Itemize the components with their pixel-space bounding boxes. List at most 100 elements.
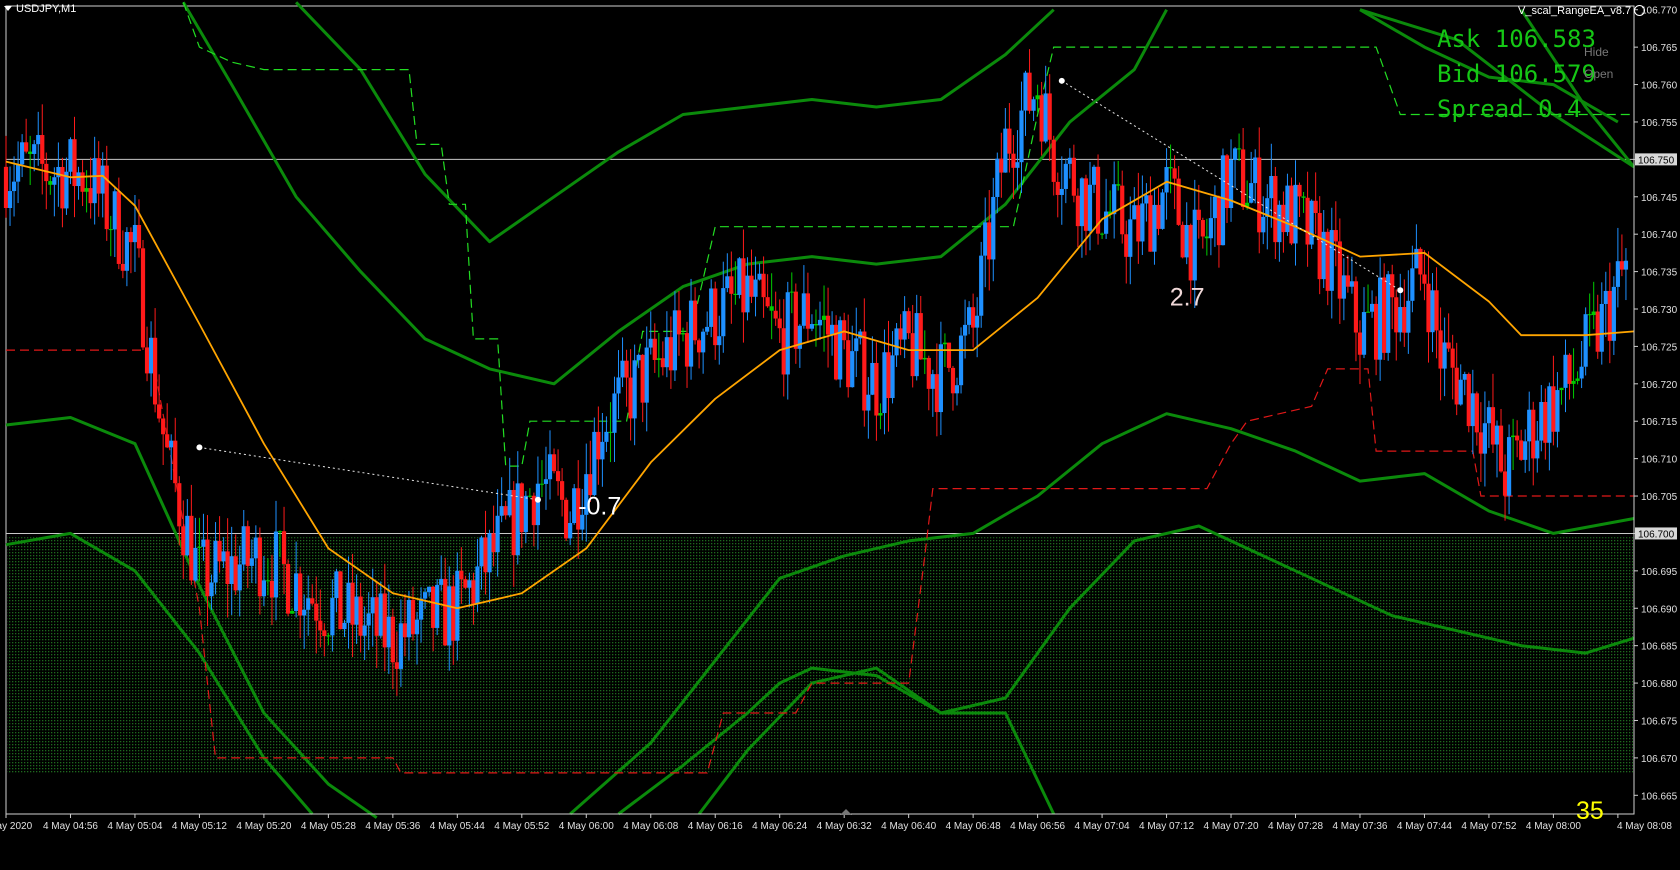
candle-body [1132,205,1137,220]
price-tick-label: 106.670 [1641,754,1678,765]
price-tick-label: 106.725 [1641,342,1678,353]
candle-body [1579,366,1584,379]
candle-body [1112,184,1117,215]
time-tick-label: 4 May 07:52 [1461,821,1516,832]
time-tick-label: 4 May 06:32 [817,821,872,832]
price-chart[interactable]: -0.7 2.7 106.770 106.765 106.760 106.755 106.7… [0,0,1680,870]
candle-body [1430,290,1435,333]
candle-body [108,229,113,231]
candle-body [785,292,790,375]
candle-body [1535,440,1540,459]
candle-body [660,358,665,368]
candle-body [1386,274,1391,353]
candle-body [330,598,335,636]
symbol-label[interactable]: USDJPY,M1 [4,3,76,15]
candle-body [350,582,355,625]
candle-body [1466,374,1471,427]
time-tick-label: 4 May 2020 [0,821,33,832]
candle-body [946,342,952,368]
candle-body [1478,432,1483,454]
candle-body [128,232,134,243]
candle-body [958,335,964,386]
candle-body [644,347,649,403]
candle-body [817,319,823,326]
candle-body [285,563,291,614]
candle-body [1563,354,1568,388]
candle-body [821,315,827,320]
candle-body [1527,409,1532,442]
candle-body [713,288,718,346]
candle-body [443,578,448,646]
candle-body [1055,181,1060,195]
time-tick-label: 4 May 06:40 [881,821,936,832]
candle-body [632,360,637,419]
candle-body [1595,311,1600,352]
candle-body [56,166,61,178]
candle-body [1140,203,1145,242]
candle-body [938,344,943,413]
candle-body [507,489,512,516]
candle-body [769,306,774,311]
candle-body [447,586,452,646]
time-tick-label: 4 May 06:48 [946,821,1001,832]
candle-body [1523,441,1528,460]
candle-body [427,586,432,593]
candle-body [1075,195,1081,227]
candle-body [3,166,9,208]
candle-body [1567,354,1572,384]
candle-body [624,360,629,378]
candle-body [1494,425,1500,445]
candle-body [1232,148,1238,161]
candle-body [1559,387,1564,391]
candle-body [1619,261,1625,270]
candle-body [1309,200,1314,245]
candle-body [68,139,73,172]
candle-body [205,539,210,597]
candle-body [1180,224,1185,258]
candle-body [418,598,424,620]
candle-body [894,328,899,356]
candle-body [269,580,275,598]
time-tick-label: 4 May 05:04 [107,821,162,832]
candle-body [1136,205,1141,242]
time-tick-label: 4 May 05:52 [494,821,549,832]
trade-marker [1058,77,1065,84]
candle-body [942,342,948,345]
candle-body [1345,275,1350,287]
candle-body [1297,184,1302,197]
candle-body [1168,167,1173,169]
time-tick-label: 4 May 05:36 [365,821,420,832]
candle-body [842,320,847,341]
candle-body [890,355,895,399]
candle-body [104,165,109,230]
price-line-tag-label: 106.750 [1638,155,1675,166]
candle-body [987,222,992,260]
candle-body [1361,312,1367,355]
candle-body [737,258,742,295]
candle-body [326,635,331,637]
candle-body [84,188,89,192]
price-tick-label: 106.695 [1641,567,1678,578]
candle-body [672,310,678,371]
candle-body [273,531,279,598]
candle-body [249,558,254,566]
candle-body [1212,196,1218,219]
candle-body [596,431,601,460]
candle-body [422,592,428,599]
candle-body [7,191,13,208]
open-button[interactable]: Open [1584,67,1613,81]
candle-body [640,354,645,403]
candle-body [1071,157,1076,196]
candle-body [32,144,37,154]
candle-body [237,564,242,591]
candle-body [193,547,198,581]
candle-body [1124,234,1129,257]
candle-body [362,625,367,636]
candle-body [1615,261,1620,287]
hide-button[interactable]: Hide [1584,45,1609,59]
candle-body [455,570,460,641]
candle-body [72,139,77,187]
candle-body [1446,342,1451,349]
candle-body [386,616,391,648]
candle-body [398,623,404,669]
